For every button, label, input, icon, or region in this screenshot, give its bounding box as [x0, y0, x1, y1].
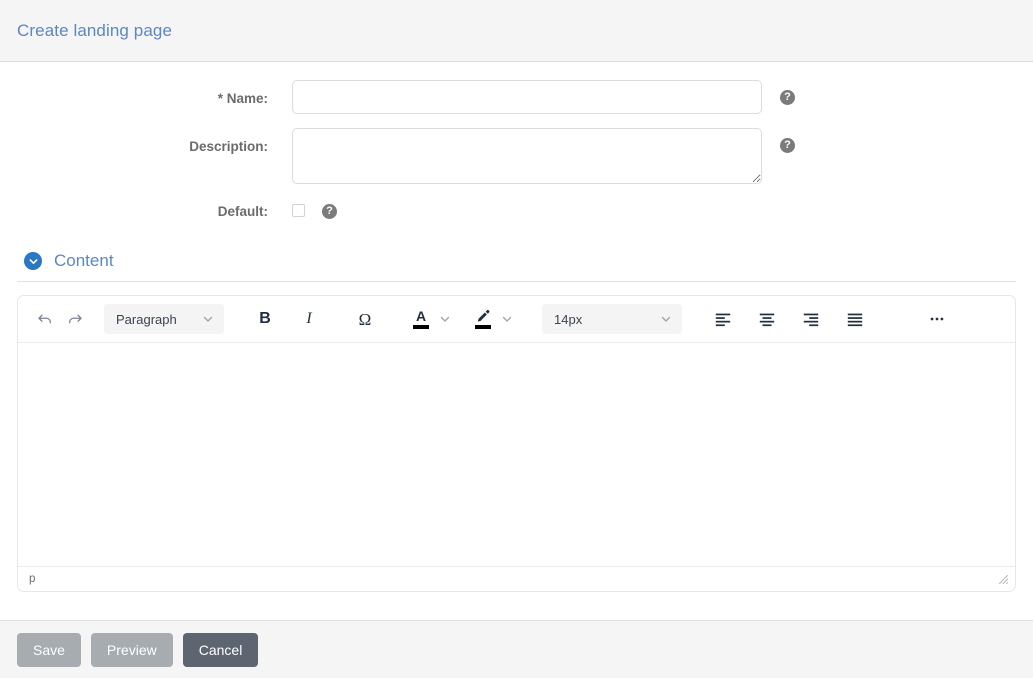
- name-label: * Name:: [217, 91, 268, 106]
- form-row-default: Default: ?: [0, 204, 1033, 219]
- save-button[interactable]: Save: [17, 632, 81, 667]
- omega-glyph: Ω: [358, 309, 372, 329]
- resize-grip-icon[interactable]: [997, 573, 1009, 585]
- text-color-swatch: [413, 324, 429, 329]
- cancel-button[interactable]: Cancel: [182, 632, 259, 667]
- text-color-glyph: A: [415, 307, 427, 324]
- font-size-value: 14px: [554, 311, 583, 327]
- description-label: Description:: [189, 139, 268, 154]
- chevron-down-icon[interactable]: [436, 304, 454, 334]
- italic-glyph: I: [306, 310, 312, 327]
- description-help-icon[interactable]: ?: [780, 138, 795, 153]
- description-textarea[interactable]: [292, 128, 762, 184]
- form-body: * Name: ? Description: ? Default: ? Cont…: [0, 62, 1033, 620]
- name-help-icon[interactable]: ?: [780, 90, 795, 105]
- text-color-stack: A: [413, 304, 429, 334]
- omega-icon[interactable]: Ω: [350, 304, 380, 334]
- form-row-name: * Name: ?: [0, 80, 1033, 114]
- editor-status-bar: p: [18, 566, 1015, 591]
- editor-toolbar: Paragraph B I Ω A 14px: [18, 296, 1015, 343]
- name-input[interactable]: [292, 80, 762, 114]
- default-help-icon[interactable]: ?: [322, 204, 337, 219]
- undo-icon[interactable]: [30, 304, 60, 334]
- align-justify-icon[interactable]: [840, 304, 870, 334]
- align-left-icon[interactable]: [708, 304, 738, 334]
- create-landing-page-panel: Create landing page * Name: ? Descriptio…: [0, 0, 1033, 678]
- block-format-select[interactable]: Paragraph: [104, 304, 224, 334]
- panel-header: Create landing page: [0, 0, 1033, 62]
- font-size-select[interactable]: 14px: [542, 304, 682, 334]
- bold-glyph: B: [259, 310, 271, 327]
- default-checkbox[interactable]: [292, 204, 305, 217]
- chevron-down-icon: [660, 313, 672, 325]
- element-path: p: [29, 573, 36, 585]
- preview-button[interactable]: Preview: [90, 632, 173, 667]
- content-section-header[interactable]: Content: [24, 251, 1033, 271]
- block-format-value: Paragraph: [116, 311, 177, 327]
- editor-content-area[interactable]: [18, 343, 1015, 566]
- rich-text-editor: Paragraph B I Ω A 14px p: [17, 295, 1016, 592]
- highlight-pen-icon[interactable]: [468, 304, 498, 334]
- form-row-description: Description: ?: [0, 128, 1033, 184]
- highlight-color-control[interactable]: [468, 304, 516, 334]
- text-color-control[interactable]: A: [406, 304, 454, 334]
- highlight-color-stack: [475, 304, 492, 334]
- content-section-divider: [17, 281, 1016, 282]
- content-section-title: Content: [54, 251, 114, 270]
- align-right-icon[interactable]: [796, 304, 826, 334]
- highlight-color-swatch: [475, 325, 491, 329]
- redo-icon[interactable]: [60, 304, 90, 334]
- ellipsis-icon[interactable]: [922, 304, 952, 334]
- bold-icon[interactable]: B: [250, 304, 280, 334]
- italic-icon[interactable]: I: [294, 304, 324, 334]
- chevron-down-circle-icon[interactable]: [24, 252, 42, 270]
- align-center-icon[interactable]: [752, 304, 782, 334]
- page-title: Create landing page: [17, 20, 173, 40]
- text-color-icon[interactable]: A: [406, 304, 436, 334]
- default-label: Default:: [217, 204, 268, 219]
- chevron-down-icon[interactable]: [498, 304, 516, 334]
- chevron-down-icon: [202, 313, 214, 325]
- form-actions-footer: Save Preview Cancel: [0, 620, 1033, 678]
